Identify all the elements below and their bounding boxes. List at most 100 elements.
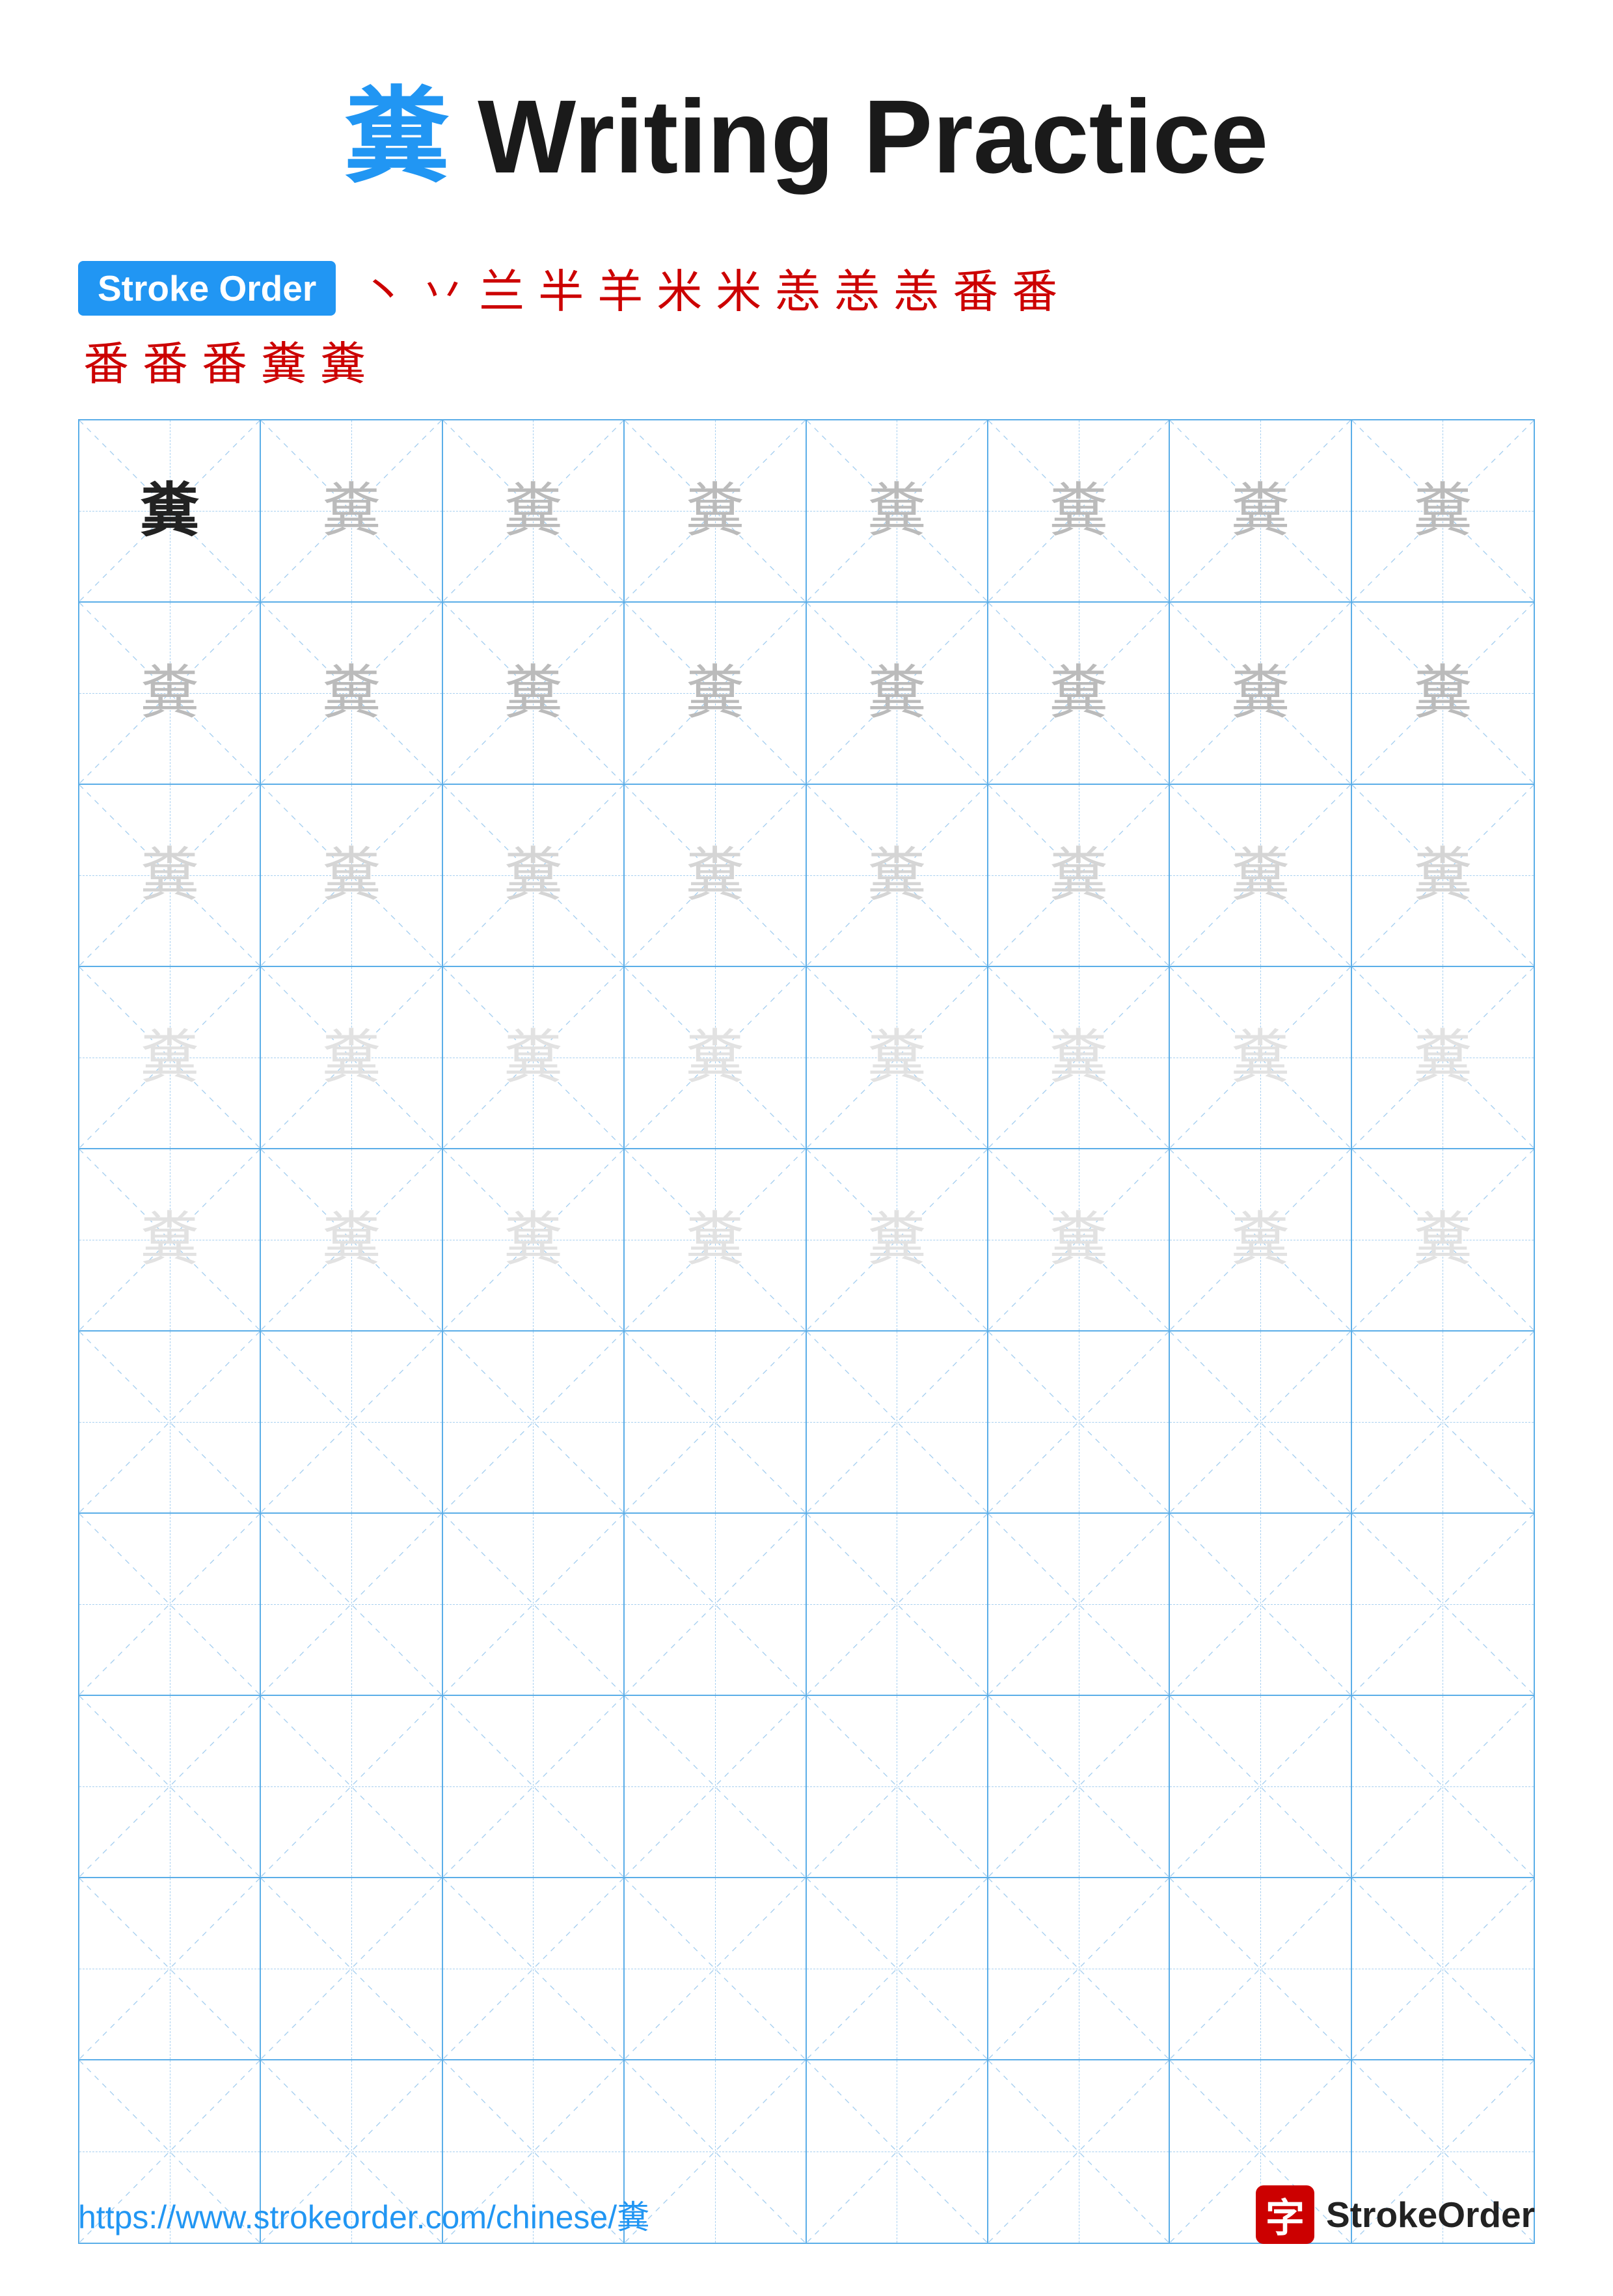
footer-logo: 字 StrokeOrder bbox=[1256, 2185, 1535, 2244]
grid-cell-5-5[interactable] bbox=[988, 1332, 1170, 1512]
grid-cell-6-5[interactable] bbox=[988, 1514, 1170, 1695]
practice-char-1-5: 糞 bbox=[1050, 664, 1108, 722]
practice-char-0-4: 糞 bbox=[867, 482, 926, 540]
grid-row-5 bbox=[79, 1332, 1534, 1514]
grid-cell-8-1[interactable] bbox=[261, 1878, 442, 2059]
practice-char-0-5: 糞 bbox=[1050, 482, 1108, 540]
grid-cell-1-4: 糞 bbox=[807, 603, 988, 784]
grid-cell-0-1: 糞 bbox=[261, 420, 442, 601]
page: 糞 Writing Practice Stroke Order 丶 丷 兰 半 … bbox=[0, 0, 1613, 2296]
grid-cell-1-0: 糞 bbox=[79, 603, 261, 784]
footer-logo-char: 字 bbox=[1266, 2187, 1305, 2243]
grid-cell-8-4[interactable] bbox=[807, 1878, 988, 2059]
stroke-s15: 番 bbox=[202, 327, 247, 393]
practice-char-4-5: 糞 bbox=[1050, 1210, 1108, 1269]
practice-char-0-1: 糞 bbox=[322, 482, 381, 540]
stroke-s14: 番 bbox=[142, 327, 188, 393]
grid-cell-7-4[interactable] bbox=[807, 1696, 988, 1877]
practice-char-4-6: 糞 bbox=[1231, 1210, 1290, 1269]
grid-cell-0-7: 糞 bbox=[1352, 420, 1534, 601]
grid-cell-5-6[interactable] bbox=[1170, 1332, 1351, 1512]
grid-cell-8-5[interactable] bbox=[988, 1878, 1170, 2059]
grid-cell-2-6: 糞 bbox=[1170, 785, 1351, 966]
grid-cell-7-7[interactable] bbox=[1352, 1696, 1534, 1877]
grid-cell-6-7[interactable] bbox=[1352, 1514, 1534, 1695]
grid-cell-0-0: 糞 bbox=[79, 420, 261, 601]
practice-char-2-1: 糞 bbox=[322, 846, 381, 905]
practice-char-4-1: 糞 bbox=[322, 1210, 381, 1269]
grid-cell-1-1: 糞 bbox=[261, 603, 442, 784]
grid-cell-7-2[interactable] bbox=[443, 1696, 625, 1877]
grid-cell-6-0[interactable] bbox=[79, 1514, 261, 1695]
grid-cell-4-6: 糞 bbox=[1170, 1149, 1351, 1330]
grid-cell-7-3[interactable] bbox=[625, 1696, 806, 1877]
grid-cell-4-7: 糞 bbox=[1352, 1149, 1534, 1330]
stroke-s9: 恙 bbox=[834, 255, 880, 321]
practice-char-2-7: 糞 bbox=[1413, 846, 1472, 905]
grid-cell-6-2[interactable] bbox=[443, 1514, 625, 1695]
grid-cell-3-4: 糞 bbox=[807, 967, 988, 1148]
grid-cell-7-5[interactable] bbox=[988, 1696, 1170, 1877]
grid-cell-3-7: 糞 bbox=[1352, 967, 1534, 1148]
grid-cell-8-2[interactable] bbox=[443, 1878, 625, 2059]
grid-cell-5-2[interactable] bbox=[443, 1332, 625, 1512]
grid-cell-6-3[interactable] bbox=[625, 1514, 806, 1695]
grid-cell-7-6[interactable] bbox=[1170, 1696, 1351, 1877]
grid-cell-6-4[interactable] bbox=[807, 1514, 988, 1695]
grid-cell-6-6[interactable] bbox=[1170, 1514, 1351, 1695]
practice-char-0-3: 糞 bbox=[686, 482, 744, 540]
footer-url[interactable]: https://www.strokeorder.com/chinese/糞 bbox=[78, 2191, 649, 2238]
grid-cell-2-2: 糞 bbox=[443, 785, 625, 966]
practice-char-3-3: 糞 bbox=[686, 1028, 744, 1087]
grid-cell-3-6: 糞 bbox=[1170, 967, 1351, 1148]
grid-cell-0-2: 糞 bbox=[443, 420, 625, 601]
grid-cell-6-1[interactable] bbox=[261, 1514, 442, 1695]
grid-cell-5-0[interactable] bbox=[79, 1332, 261, 1512]
grid-cell-8-3[interactable] bbox=[625, 1878, 806, 2059]
practice-char-2-0: 糞 bbox=[141, 846, 199, 905]
page-title: 糞 Writing Practice bbox=[345, 78, 1269, 195]
grid-cell-5-1[interactable] bbox=[261, 1332, 442, 1512]
grid-cell-5-4[interactable] bbox=[807, 1332, 988, 1512]
practice-char-1-0: 糞 bbox=[141, 664, 199, 722]
grid-cell-4-5: 糞 bbox=[988, 1149, 1170, 1330]
grid-row-3: 糞 糞 糞 糞 糞 糞 糞 糞 bbox=[79, 967, 1534, 1149]
grid-cell-0-5: 糞 bbox=[988, 420, 1170, 601]
grid-cell-3-2: 糞 bbox=[443, 967, 625, 1148]
grid-cell-7-0[interactable] bbox=[79, 1696, 261, 1877]
grid-cell-1-5: 糞 bbox=[988, 603, 1170, 784]
stroke-s2: 丷 bbox=[420, 255, 465, 321]
grid-cell-0-4: 糞 bbox=[807, 420, 988, 601]
practice-char-1-3: 糞 bbox=[686, 664, 744, 722]
practice-char-0-2: 糞 bbox=[504, 482, 562, 540]
stroke-s1: 丶 bbox=[360, 255, 406, 321]
stroke-chars-row1: 丶 丷 兰 半 羊 米 米 恙 恙 恙 番 番 bbox=[355, 255, 1063, 321]
practice-char-2-3: 糞 bbox=[686, 846, 744, 905]
grid-cell-2-4: 糞 bbox=[807, 785, 988, 966]
grid-cell-3-5: 糞 bbox=[988, 967, 1170, 1148]
practice-grid: 糞 糞 糞 糞 糞 糞 糞 糞 bbox=[78, 419, 1535, 2244]
practice-char-3-7: 糞 bbox=[1413, 1028, 1472, 1087]
grid-cell-4-1: 糞 bbox=[261, 1149, 442, 1330]
grid-cell-8-6[interactable] bbox=[1170, 1878, 1351, 2059]
stroke-s12: 番 bbox=[1012, 255, 1057, 321]
footer: https://www.strokeorder.com/chinese/糞 字 … bbox=[78, 2185, 1535, 2244]
grid-cell-3-3: 糞 bbox=[625, 967, 806, 1148]
stroke-s16: 糞 bbox=[261, 327, 306, 393]
grid-cell-2-7: 糞 bbox=[1352, 785, 1534, 966]
grid-cell-8-0[interactable] bbox=[79, 1878, 261, 2059]
grid-cell-2-5: 糞 bbox=[988, 785, 1170, 966]
grid-cell-5-3[interactable] bbox=[625, 1332, 806, 1512]
grid-cell-4-2: 糞 bbox=[443, 1149, 625, 1330]
grid-cell-8-7[interactable] bbox=[1352, 1878, 1534, 2059]
grid-row-0: 糞 糞 糞 糞 糞 糞 糞 糞 bbox=[79, 420, 1534, 603]
grid-cell-4-3: 糞 bbox=[625, 1149, 806, 1330]
stroke-order-row1: Stroke Order 丶 丷 兰 半 羊 米 米 恙 恙 恙 番 番 bbox=[78, 255, 1535, 321]
grid-cell-5-7[interactable] bbox=[1352, 1332, 1534, 1512]
grid-cell-7-1[interactable] bbox=[261, 1696, 442, 1877]
grid-row-7 bbox=[79, 1696, 1534, 1878]
grid-cell-1-2: 糞 bbox=[443, 603, 625, 784]
practice-char-4-0: 糞 bbox=[141, 1210, 199, 1269]
practice-char-2-2: 糞 bbox=[504, 846, 562, 905]
practice-char-1-1: 糞 bbox=[322, 664, 381, 722]
